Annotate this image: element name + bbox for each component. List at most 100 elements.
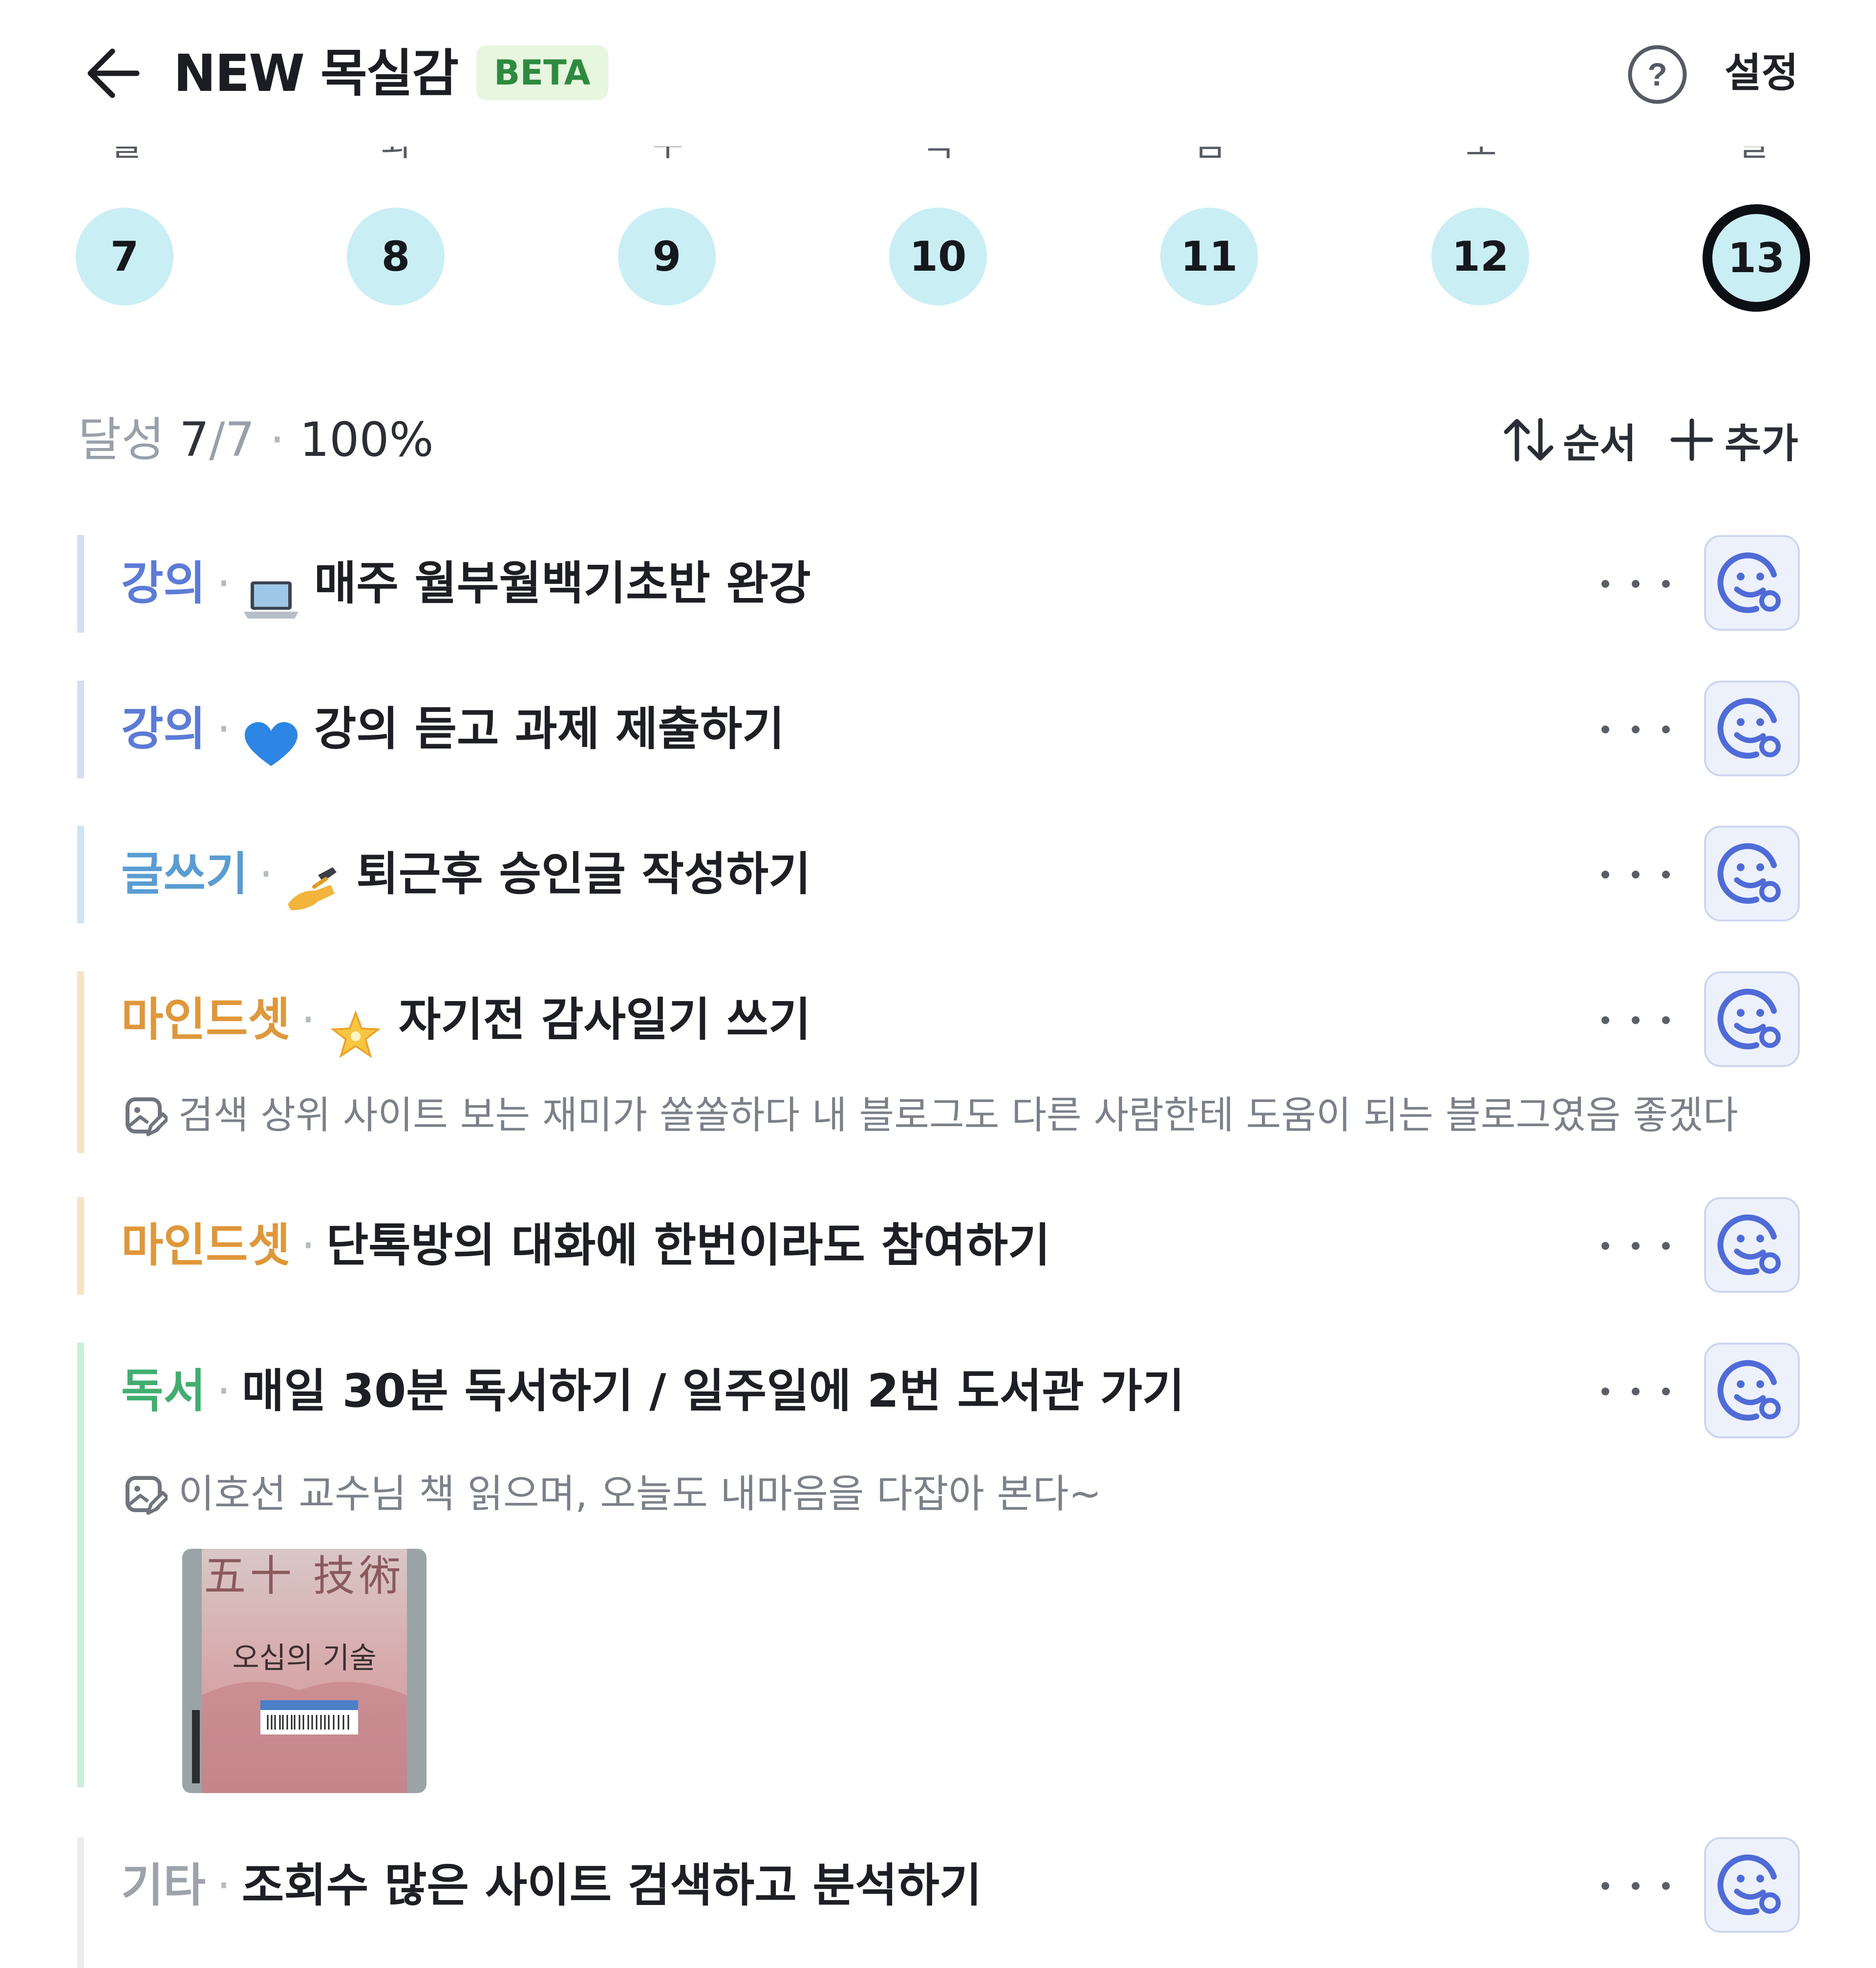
goal-memo: 검색 상위 사이트 보는 재미가 쏠쏠하다 내 블로그도 다른 사람한테 도움이…: [124, 1086, 1738, 1145]
beta-badge: BETA: [476, 45, 608, 100]
add-goal-button[interactable]: 추가: [1670, 410, 1798, 469]
plus-icon: [1670, 418, 1713, 461]
goal-row[interactable]: 독서 · 매일 30분 독서하기 / 일주일에 2번 도서관 가기 이호선 교수님…: [77, 1343, 1802, 1793]
goal-category: 마인드셋: [121, 993, 290, 1047]
goal-line: 기타 · 조회수 많은 사이트 검색하고 분석하기: [121, 1837, 981, 1935]
smile-check-icon: [1717, 1214, 1781, 1275]
more-options-icon[interactable]: [1601, 1226, 1670, 1265]
book-photo-thumbnail[interactable]: 五十 技術 오십의 기술: [182, 1549, 426, 1793]
done-count: 7: [179, 412, 210, 467]
goal-row[interactable]: 마인드셋 · 단톡방의 대화에 한번이라도 참여하기: [77, 1197, 1802, 1295]
top-app-bar: NEW 목실감 BETA ? 설정: [0, 0, 1876, 147]
weekday-label: 일: [1737, 147, 1766, 166]
more-options-icon[interactable]: [1601, 1372, 1670, 1411]
more-options-icon[interactable]: [1601, 710, 1670, 749]
goal-line: 마인드셋 · 자기전 감사일기 쓰기: [121, 971, 811, 1069]
goal-category: 마인드셋: [121, 1219, 290, 1272]
page-title: NEW 목실감: [173, 43, 459, 103]
goal-row[interactable]: 기타 · 조회수 많은 사이트 검색하고 분석하기: [77, 1837, 1802, 1968]
achievement-percent: 100%: [299, 412, 434, 467]
day-button[interactable]: 10: [889, 208, 987, 305]
memo-image-icon: [126, 1097, 168, 1136]
goal-category: 기타: [121, 1859, 206, 1912]
category-bar: [77, 826, 84, 923]
goal-title: 매일 30분 독서하기 / 일주일에 2번 도서관 가기: [241, 1365, 1185, 1418]
weekday-label: 수: [652, 147, 682, 166]
more-options-icon[interactable]: [1601, 1001, 1670, 1040]
smile-check-icon: [1717, 1854, 1781, 1915]
goal-line: 강의 · 매주 월부월백기초반 완강: [121, 535, 811, 633]
sort-arrows-icon: [1504, 418, 1554, 462]
goal-line: 독서 · 매일 30분 독서하기 / 일주일에 2번 도서관 가기: [121, 1343, 1185, 1440]
weekday-label: 토: [1466, 147, 1495, 166]
memo-text: 검색 상위 사이트 보는 재미가 쏠쏠하다 내 블로그도 다른 사람한테 도움이…: [178, 1093, 1738, 1137]
day-button[interactable]: 8: [347, 208, 445, 305]
smile-check-icon: [1717, 698, 1781, 759]
goal-title: 자기전 감사일기 쓰기: [398, 993, 811, 1047]
day-button[interactable]: 12: [1431, 208, 1529, 305]
summary-separator: ·: [270, 412, 285, 467]
goal-title: 단톡방의 대화에 한번이라도 참여하기: [326, 1219, 1050, 1272]
category-bar: [77, 535, 84, 633]
total-count: /7: [209, 412, 255, 467]
check-in-button[interactable]: [1704, 1343, 1800, 1438]
goal-category: 독서: [121, 1365, 206, 1418]
goal-row[interactable]: 강의 · 강의 듣고 과제 제출하기: [77, 681, 1802, 778]
category-bar: [77, 971, 84, 1153]
settings-button[interactable]: 설정: [1725, 42, 1798, 105]
back-arrow-icon[interactable]: [83, 46, 142, 100]
check-in-button[interactable]: [1704, 1837, 1800, 1933]
svg-text:?: ?: [1647, 56, 1667, 92]
goal-memo: 이호선 교수님 책 읽으며, 오늘도 내마음을 다잡아 본다~: [124, 1465, 1102, 1523]
add-label: 추가: [1725, 420, 1798, 467]
goal-title: 퇴근후 승인글 작성하기: [356, 848, 811, 901]
goal-title: 조회수 많은 사이트 검색하고 분석하기: [241, 1859, 982, 1912]
book-cover-title: 오십의 기술: [232, 1641, 377, 1675]
goal-title: 강의 듣고 과제 제출하기: [314, 703, 785, 756]
category-bar: [77, 1837, 84, 1968]
goal-row[interactable]: 마인드셋 · 자기전 감사일기 쓰기 검색 상위 사이트 보는 재미가 쏠쏠하다 …: [77, 971, 1802, 1153]
goal-category: 강의: [121, 557, 206, 610]
day-button[interactable]: 7: [76, 208, 173, 305]
help-icon[interactable]: ?: [1627, 44, 1688, 105]
day-button[interactable]: 9: [618, 208, 716, 305]
blue-heart-icon: [242, 705, 300, 766]
weekday-label: 화: [381, 147, 410, 166]
weekday-label: 월: [110, 147, 139, 166]
smile-check-icon: [1717, 843, 1781, 904]
day-button[interactable]: 11: [1160, 208, 1258, 305]
smile-check-icon: [1717, 552, 1781, 613]
category-bar: [77, 1197, 84, 1295]
smile-check-icon: [1717, 1360, 1781, 1421]
memo-image-icon: [126, 1476, 168, 1515]
more-options-icon[interactable]: [1601, 564, 1670, 603]
memo-text: 이호선 교수님 책 읽으며, 오늘도 내마음을 다잡아 본다~: [178, 1471, 1102, 1517]
more-options-icon[interactable]: [1601, 855, 1670, 894]
sort-order-button[interactable]: 순서: [1502, 410, 1637, 469]
check-in-button[interactable]: [1704, 826, 1800, 921]
category-bar: [77, 681, 84, 778]
goal-row[interactable]: 강의 · 매주 월부월백기초반 완강: [77, 535, 1802, 633]
goal-line: 강의 · 강의 듣고 과제 제출하기: [121, 681, 785, 778]
goal-line: 마인드셋 · 단톡방의 대화에 한번이라도 참여하기: [121, 1197, 1050, 1295]
goal-category: 글쓰기: [121, 848, 248, 901]
goal-line: 글쓰기 · 퇴근후 승인글 작성하기: [121, 826, 811, 923]
book-cover-hanja: 五十 技術: [204, 1552, 405, 1601]
weekday-label: 금: [1194, 147, 1224, 166]
goal-row[interactable]: 글쓰기 · 퇴근후 승인글 작성하기: [77, 826, 1802, 923]
more-options-icon[interactable]: [1601, 1866, 1670, 1905]
goal-category: 강의: [121, 703, 206, 756]
day-button-selected[interactable]: 13: [1703, 204, 1810, 312]
sort-label: 순서: [1563, 420, 1637, 467]
smile-check-icon: [1717, 988, 1781, 1049]
check-in-button[interactable]: [1704, 681, 1800, 776]
writing-hand-icon: [284, 850, 342, 910]
achievement-summary: 달성 7/7 · 100%: [78, 408, 434, 471]
summary-label: 달성: [78, 412, 165, 467]
check-in-button[interactable]: [1704, 971, 1800, 1067]
category-bar: [77, 1343, 84, 1787]
check-in-button[interactable]: [1704, 535, 1800, 631]
goal-title: 매주 월부월백기초반 완강: [314, 557, 811, 610]
week-calendar: 월 화 수 목 금 토 일 7 8 9 10 11 12 13: [0, 147, 1876, 322]
check-in-button[interactable]: [1704, 1197, 1800, 1293]
